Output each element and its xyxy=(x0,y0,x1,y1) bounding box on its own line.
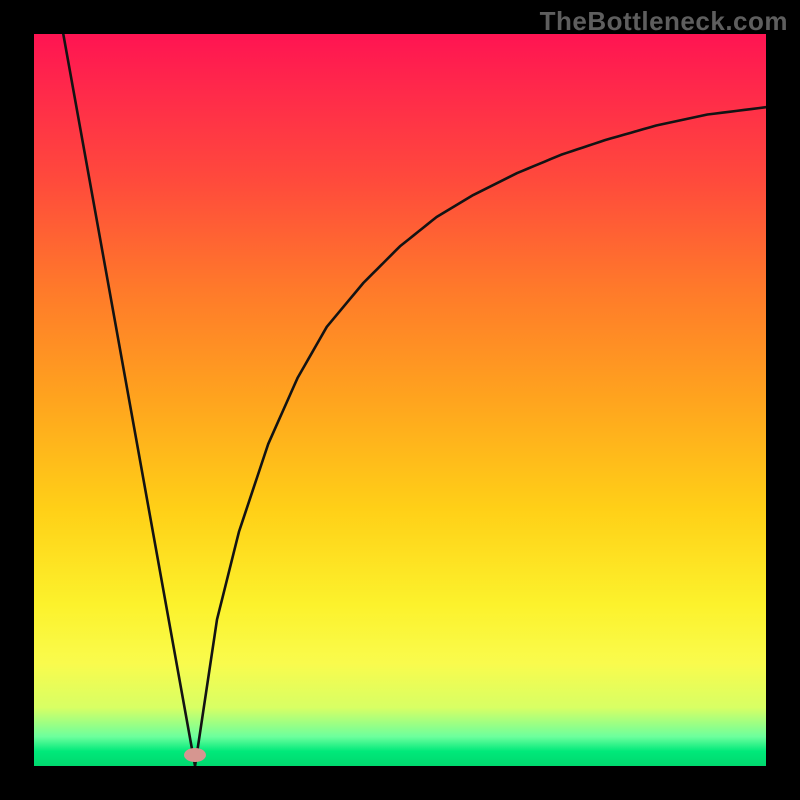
plot-area xyxy=(34,34,766,766)
chart-container: TheBottleneck.com xyxy=(0,0,800,800)
watermark-text: TheBottleneck.com xyxy=(540,6,788,37)
optimal-point-marker xyxy=(184,748,206,762)
